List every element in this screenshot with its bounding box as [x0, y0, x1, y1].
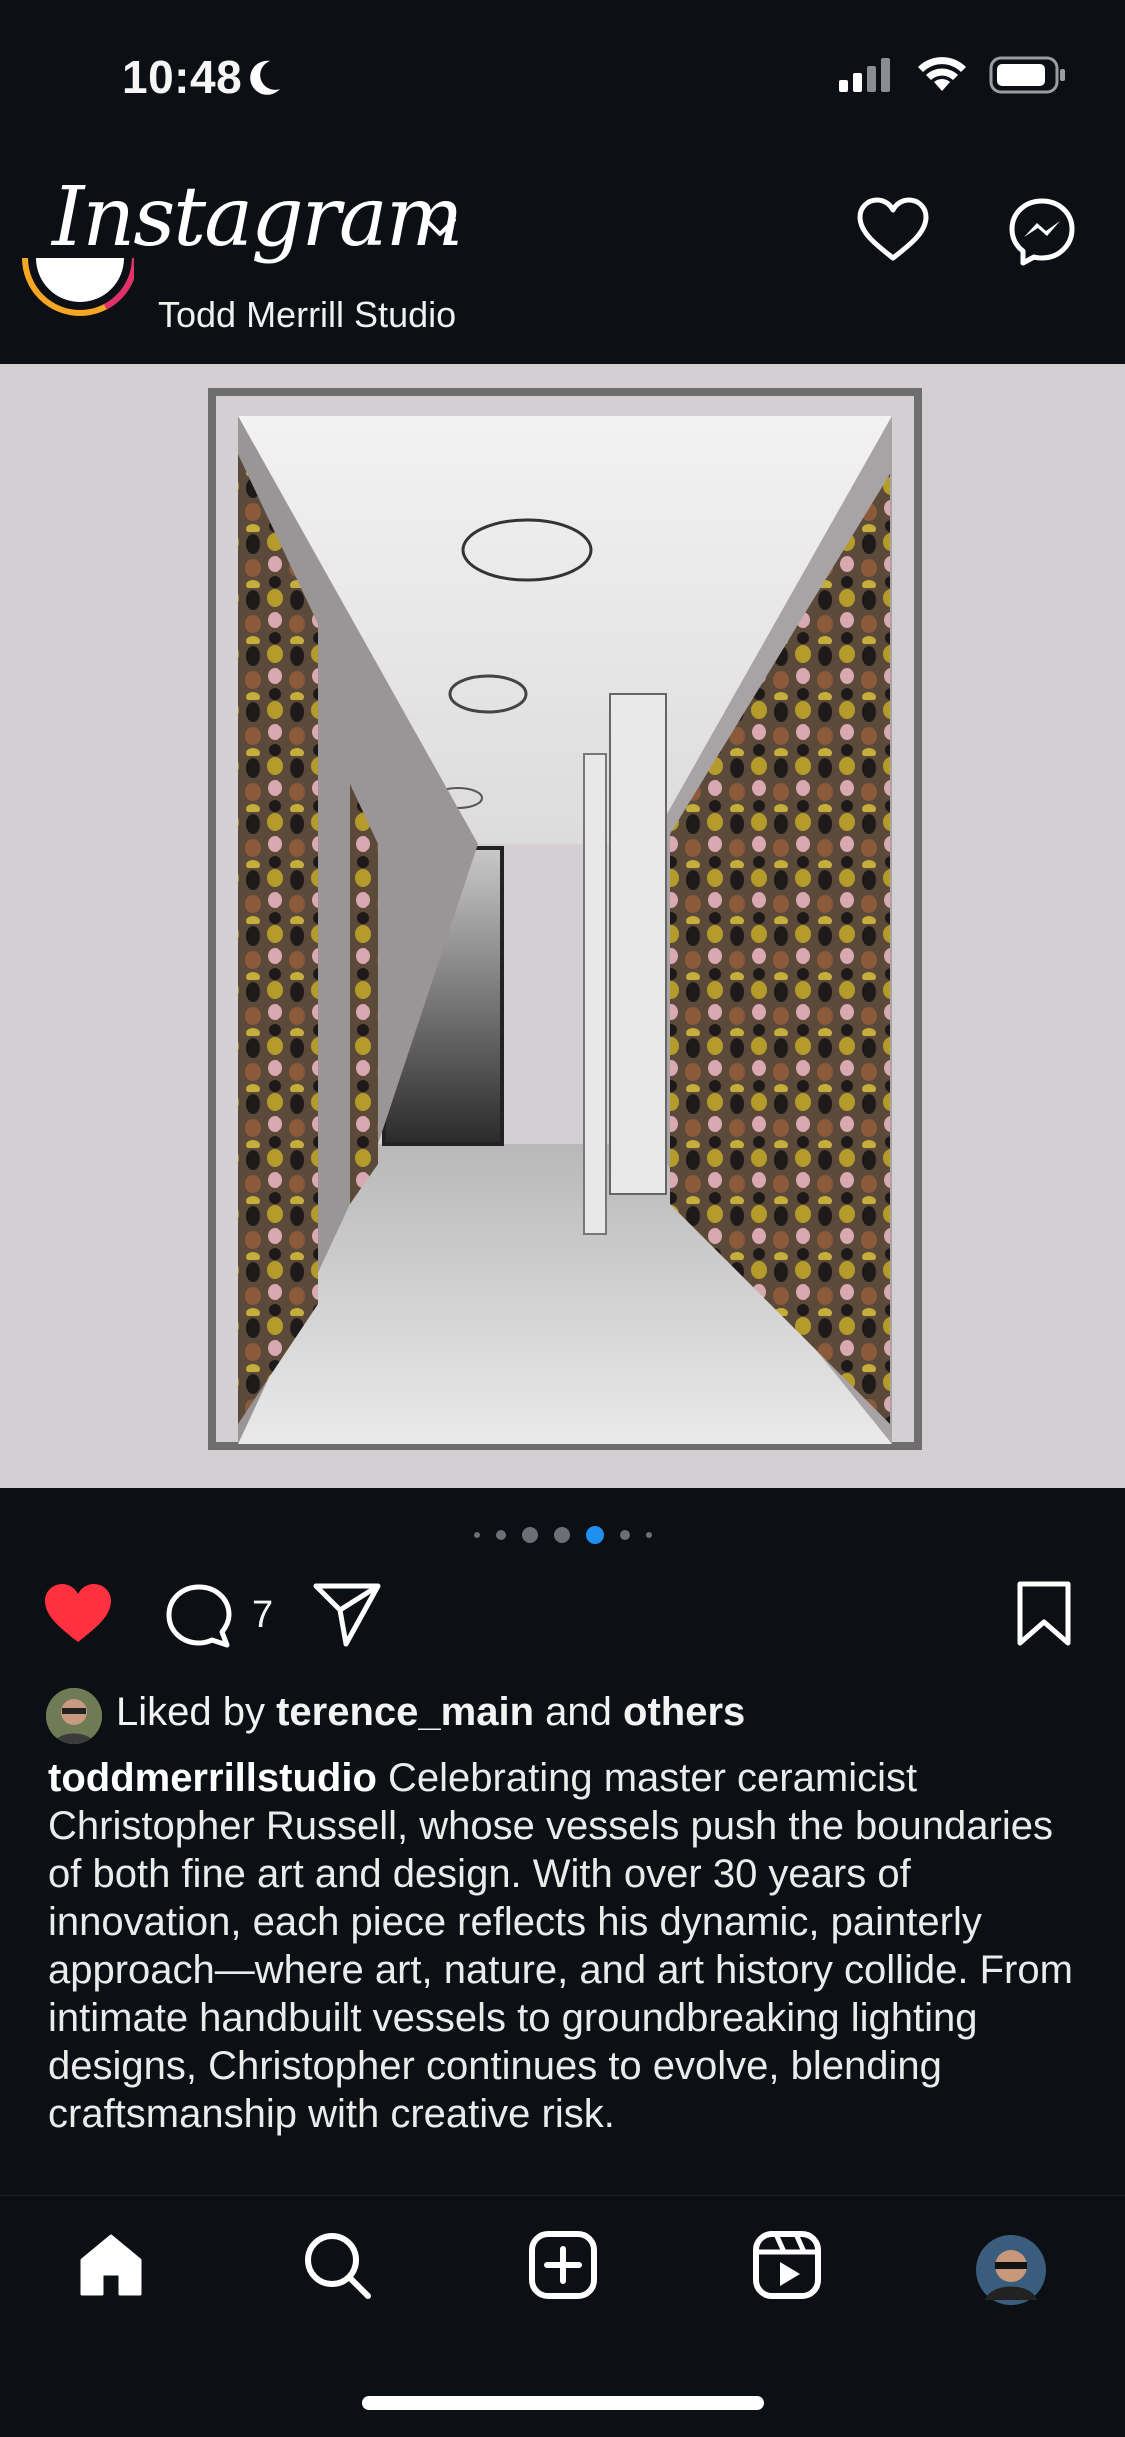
chevron-down-icon[interactable] [420, 212, 460, 245]
status-time-label: 10:48 [122, 51, 243, 103]
carousel-dot [619, 1530, 630, 1540]
post-author-avatar[interactable] [20, 258, 134, 342]
home-indicator [362, 2396, 764, 2410]
comment-count: 7 [252, 1594, 274, 1636]
carousel-dot [495, 1530, 506, 1540]
post-image[interactable] [0, 364, 1125, 1488]
carousel-dot [553, 1527, 570, 1543]
cellular-signal-icon [839, 58, 895, 97]
moon-icon [248, 54, 282, 108]
carousel-dot [521, 1527, 538, 1543]
liked-by-text: Liked by terence_main and others [116, 1690, 745, 1735]
liked-by-prefix: Liked by [116, 1690, 265, 1734]
liked-by-others[interactable]: others [623, 1690, 745, 1734]
caption-username[interactable]: toddmerrillstudio [48, 1756, 377, 1800]
comment-button[interactable] [164, 1582, 234, 1657]
home-icon[interactable] [76, 2230, 146, 2305]
liked-by-user[interactable]: terence_main [276, 1690, 534, 1734]
post-author-name[interactable]: Todd Merrill Studio [158, 294, 456, 336]
app-logo[interactable]: Instagram [52, 170, 463, 265]
create-icon[interactable] [528, 2230, 598, 2305]
share-button[interactable] [312, 1580, 382, 1653]
carousel-dot-active [585, 1526, 604, 1544]
search-icon[interactable] [302, 2230, 372, 2305]
carousel-dot [473, 1532, 480, 1538]
messenger-icon[interactable] [1006, 196, 1078, 273]
battery-icon [989, 56, 1067, 99]
heart-icon[interactable] [855, 196, 931, 269]
save-button[interactable] [1014, 1580, 1074, 1653]
profile-avatar[interactable] [975, 2234, 1047, 2311]
liker-avatar[interactable] [46, 1688, 102, 1744]
like-button[interactable] [42, 1582, 114, 1651]
liked-by-and: and [545, 1690, 612, 1734]
carousel-dot [645, 1532, 652, 1538]
post-caption: toddmerrillstudio Celebrating master cer… [48, 1754, 1088, 2138]
status-icons [839, 56, 1067, 99]
carousel-indicator [0, 1526, 1125, 1544]
status-time: 10:48 [122, 50, 282, 108]
reels-icon[interactable] [752, 2230, 822, 2305]
caption-text: Celebrating master ceramicist Christophe… [48, 1756, 1073, 2136]
wifi-icon [917, 57, 967, 98]
